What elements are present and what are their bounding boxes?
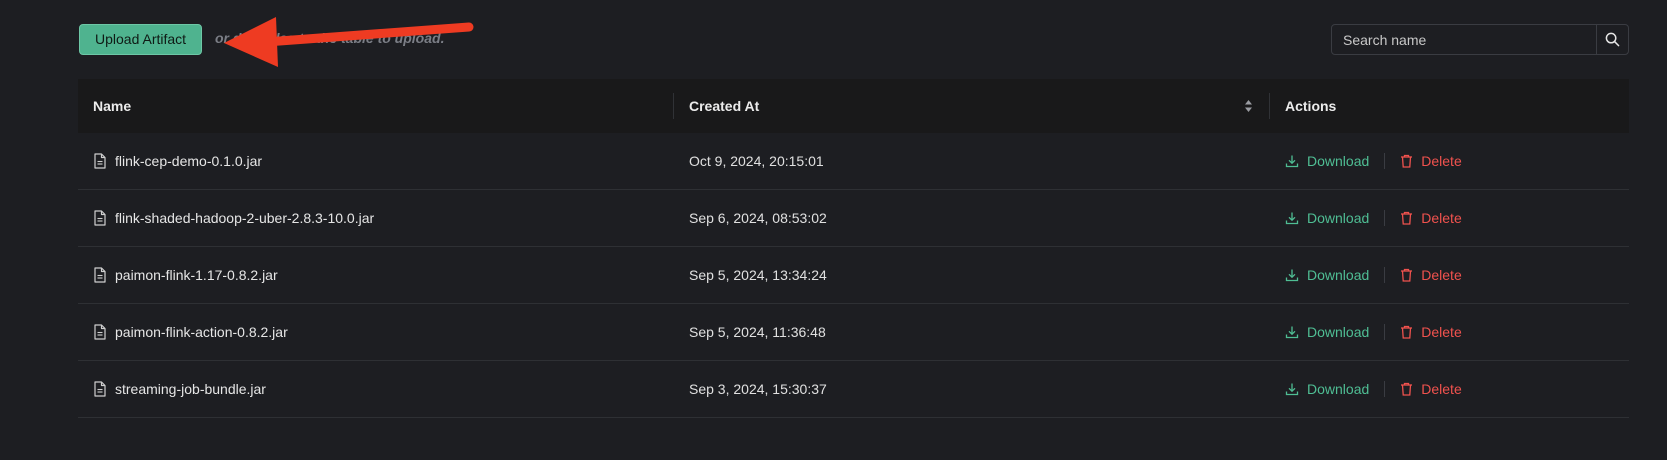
- cell-actions: Download Delete: [1270, 210, 1629, 226]
- created-at-value: Sep 3, 2024, 15:30:37: [689, 381, 827, 397]
- file-name: streaming-job-bundle.jar: [115, 381, 266, 397]
- action-divider: [1384, 267, 1386, 283]
- trash-icon: [1401, 154, 1413, 168]
- download-icon: [1285, 269, 1299, 282]
- delete-label: Delete: [1421, 381, 1462, 397]
- table-body: flink-cep-demo-0.1.0.jar Oct 9, 2024, 20…: [78, 133, 1629, 418]
- download-button[interactable]: Download: [1285, 324, 1369, 340]
- column-header-created-label: Created At: [689, 98, 760, 114]
- table-row: flink-cep-demo-0.1.0.jar Oct 9, 2024, 20…: [78, 133, 1629, 190]
- delete-label: Delete: [1421, 153, 1462, 169]
- delete-label: Delete: [1421, 324, 1462, 340]
- cell-name: paimon-flink-action-0.8.2.jar: [78, 324, 674, 340]
- cell-actions: Download Delete: [1270, 267, 1629, 283]
- file-name: flink-shaded-hadoop-2-uber-2.8.3-10.0.ja…: [115, 210, 375, 226]
- table-row: paimon-flink-action-0.8.2.jar Sep 5, 202…: [78, 304, 1629, 361]
- column-header-actions: Actions: [1270, 79, 1629, 133]
- sort-icon[interactable]: [1244, 99, 1253, 113]
- cell-actions: Download Delete: [1270, 381, 1629, 397]
- cell-name: streaming-job-bundle.jar: [78, 381, 674, 397]
- action-divider: [1384, 153, 1386, 169]
- download-label: Download: [1307, 153, 1370, 169]
- search-icon: [1605, 32, 1620, 47]
- cell-name: paimon-flink-1.17-0.8.2.jar: [78, 267, 674, 283]
- artifacts-table: Name Created At Actions flink-cep-demo-0…: [78, 79, 1629, 418]
- upload-hint: or drag files to the table to upload.: [215, 30, 445, 46]
- table-row: paimon-flink-1.17-0.8.2.jar Sep 5, 2024,…: [78, 247, 1629, 304]
- download-icon: [1285, 326, 1299, 339]
- cell-created-at: Oct 9, 2024, 20:15:01: [674, 153, 1270, 169]
- cell-name: flink-cep-demo-0.1.0.jar: [78, 153, 674, 169]
- delete-label: Delete: [1421, 210, 1462, 226]
- cell-actions: Download Delete: [1270, 324, 1629, 340]
- download-label: Download: [1307, 267, 1370, 283]
- search-box: [1331, 24, 1629, 55]
- download-label: Download: [1307, 210, 1370, 226]
- file-name: paimon-flink-action-0.8.2.jar: [115, 324, 288, 340]
- column-header-name: Name: [78, 79, 674, 133]
- download-icon: [1285, 212, 1299, 225]
- download-button[interactable]: Download: [1285, 381, 1369, 397]
- file-icon: [94, 267, 106, 283]
- cell-actions: Download Delete: [1270, 153, 1629, 169]
- file-name: paimon-flink-1.17-0.8.2.jar: [115, 267, 278, 283]
- file-icon: [94, 324, 106, 340]
- toolbar: Upload Artifact or drag files to the tab…: [79, 24, 1629, 55]
- delete-label: Delete: [1421, 267, 1462, 283]
- created-at-value: Oct 9, 2024, 20:15:01: [689, 153, 824, 169]
- download-label: Download: [1307, 381, 1370, 397]
- trash-icon: [1401, 268, 1413, 282]
- download-button[interactable]: Download: [1285, 210, 1369, 226]
- trash-icon: [1401, 211, 1413, 225]
- delete-button[interactable]: Delete: [1400, 324, 1462, 340]
- upload-artifact-button[interactable]: Upload Artifact: [79, 24, 203, 55]
- column-header-created-at[interactable]: Created At: [674, 79, 1270, 133]
- download-icon: [1285, 383, 1299, 396]
- cell-created-at: Sep 5, 2024, 11:36:48: [674, 324, 1270, 340]
- created-at-value: Sep 5, 2024, 11:36:48: [689, 324, 826, 340]
- download-icon: [1285, 155, 1299, 168]
- created-at-value: Sep 6, 2024, 08:53:02: [689, 210, 827, 226]
- delete-button[interactable]: Delete: [1400, 210, 1462, 226]
- table-header: Name Created At Actions: [78, 79, 1629, 133]
- file-name: flink-cep-demo-0.1.0.jar: [115, 153, 263, 169]
- delete-button[interactable]: Delete: [1400, 267, 1462, 283]
- cell-created-at: Sep 3, 2024, 15:30:37: [674, 381, 1270, 397]
- table-row: streaming-job-bundle.jar Sep 3, 2024, 15…: [78, 361, 1629, 418]
- table-row: flink-shaded-hadoop-2-uber-2.8.3-10.0.ja…: [78, 190, 1629, 247]
- search-input[interactable]: [1332, 25, 1596, 54]
- cell-created-at: Sep 5, 2024, 13:34:24: [674, 267, 1270, 283]
- action-divider: [1384, 210, 1386, 226]
- trash-icon: [1401, 382, 1413, 396]
- download-label: Download: [1307, 324, 1370, 340]
- file-icon: [94, 153, 106, 169]
- trash-icon: [1401, 325, 1413, 339]
- file-icon: [94, 210, 106, 226]
- search-button[interactable]: [1596, 25, 1628, 54]
- file-icon: [94, 381, 106, 397]
- cell-created-at: Sep 6, 2024, 08:53:02: [674, 210, 1270, 226]
- delete-button[interactable]: Delete: [1400, 153, 1462, 169]
- action-divider: [1384, 324, 1386, 340]
- cell-name: flink-shaded-hadoop-2-uber-2.8.3-10.0.ja…: [78, 210, 674, 226]
- column-header-actions-label: Actions: [1285, 98, 1337, 114]
- column-header-name-label: Name: [93, 98, 132, 114]
- download-button[interactable]: Download: [1285, 153, 1369, 169]
- action-divider: [1384, 381, 1386, 397]
- download-button[interactable]: Download: [1285, 267, 1369, 283]
- delete-button[interactable]: Delete: [1400, 381, 1462, 397]
- created-at-value: Sep 5, 2024, 13:34:24: [689, 267, 827, 283]
